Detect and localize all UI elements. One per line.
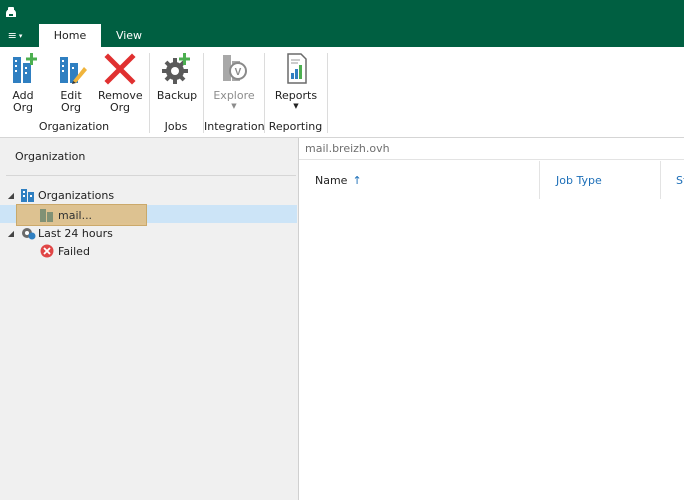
sort-ascending-icon: ↑ — [352, 173, 362, 187]
tab-home[interactable]: Home — [39, 24, 101, 47]
breadcrumb-path: mail.breizh.ovh — [305, 142, 390, 155]
add-organization-icon — [13, 53, 37, 83]
main-menu-button[interactable]: ≡ ▾ — [0, 24, 30, 47]
navigation-pane: Organization ◢ Organizations mail... ◢ L… — [0, 138, 299, 500]
reports-label: Reports — [274, 89, 318, 102]
reports-dropdown-icon: ▼ — [293, 102, 299, 110]
organization-icon — [40, 209, 53, 222]
reports-button[interactable]: Reports ▼ — [273, 51, 319, 110]
content-pane: mail.breizh.ovh Name ↑ Job Type St — [299, 138, 684, 500]
group-integration-label: Integration — [204, 120, 265, 133]
reports-document-icon — [287, 53, 307, 84]
group-reporting-label: Reporting — [268, 120, 323, 133]
tree-label: mail... — [58, 208, 93, 222]
tab-view[interactable]: View — [101, 24, 157, 47]
group-organization-label: Organization — [38, 120, 110, 133]
column-header-name[interactable]: Name ↑ — [315, 161, 362, 199]
title-bar: ≡ ▾ Home View — [0, 0, 684, 47]
drag-ghost-mail-org[interactable]: mail... — [16, 204, 147, 226]
tree-item-failed[interactable]: Failed — [40, 242, 90, 260]
failed-error-icon — [40, 244, 54, 258]
tree-label: Organizations — [38, 188, 115, 202]
remove-org-label-2: Org — [110, 101, 130, 114]
breadcrumb: mail.breizh.ovh — [299, 138, 684, 160]
column-header-job-type[interactable]: Job Type — [556, 161, 602, 199]
tree-label: Failed — [58, 244, 90, 258]
tree-item-last-24-hours[interactable]: ◢ Last 24 hours — [6, 224, 113, 242]
column-divider[interactable] — [539, 161, 540, 199]
column-label: St — [676, 173, 684, 187]
column-label: Job Type — [556, 173, 602, 187]
explore-veeam-icon: V — [223, 55, 247, 81]
pane-title: Organization — [15, 150, 86, 163]
column-label: Name — [315, 173, 348, 187]
group-separator — [327, 53, 328, 133]
backup-button[interactable]: Backup — [156, 51, 198, 102]
column-divider[interactable] — [660, 161, 661, 199]
collapse-arrow-icon[interactable]: ◢ — [6, 229, 16, 238]
explore-label: Explore — [213, 89, 255, 102]
organizations-icon — [21, 189, 34, 202]
backup-job-gear-icon — [162, 53, 190, 84]
tree-label: Last 24 hours — [38, 226, 113, 240]
backup-label: Backup — [156, 89, 198, 102]
edit-org-button[interactable]: Edit Org — [52, 51, 90, 114]
divider — [6, 175, 296, 176]
add-org-button[interactable]: Add Org — [4, 51, 42, 114]
collapse-arrow-icon[interactable]: ◢ — [6, 191, 16, 200]
edit-organization-icon — [60, 57, 87, 84]
column-header-status[interactable]: St — [676, 161, 684, 199]
remove-org-button[interactable]: Remove Org — [98, 51, 143, 114]
explore-dropdown-icon: ▼ — [231, 102, 237, 110]
group-jobs-label: Jobs — [164, 120, 188, 133]
add-org-label-2: Org — [13, 101, 33, 114]
edit-org-label-2: Org — [61, 101, 81, 114]
tree-item-organizations[interactable]: ◢ Organizations — [6, 186, 114, 204]
app-logo-icon — [6, 7, 16, 17]
explore-button[interactable]: V Explore ▼ — [211, 51, 257, 110]
clock-gear-icon — [22, 228, 36, 240]
remove-x-icon — [104, 53, 136, 85]
svg-text:V: V — [235, 67, 242, 78]
ribbon: Add Org Edit Org Remove Org Organization — [0, 47, 684, 138]
